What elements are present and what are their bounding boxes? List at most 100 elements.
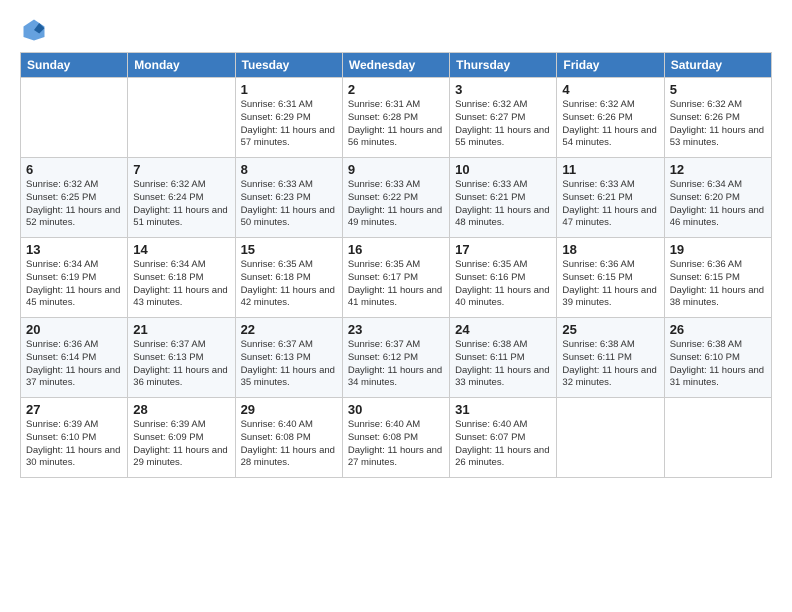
weekday-header-saturday: Saturday: [664, 53, 771, 78]
day-detail: Sunrise: 6:31 AMSunset: 6:29 PMDaylight:…: [241, 99, 337, 150]
day-detail: Sunrise: 6:31 AMSunset: 6:28 PMDaylight:…: [348, 99, 444, 150]
day-number: 10: [455, 162, 551, 177]
day-detail: Sunrise: 6:36 AMSunset: 6:14 PMDaylight:…: [26, 339, 122, 390]
day-number: 6: [26, 162, 122, 177]
day-detail: Sunrise: 6:33 AMSunset: 6:21 PMDaylight:…: [455, 179, 551, 230]
calendar-cell: 13 Sunrise: 6:34 AMSunset: 6:19 PMDayligh…: [21, 238, 128, 318]
day-detail: Sunrise: 6:32 AMSunset: 6:27 PMDaylight:…: [455, 99, 551, 150]
day-number: 20: [26, 322, 122, 337]
day-number: 15: [241, 242, 337, 257]
day-number: 1: [241, 82, 337, 97]
day-number: 26: [670, 322, 766, 337]
weekday-header-tuesday: Tuesday: [235, 53, 342, 78]
calendar-week-row: 27 Sunrise: 6:39 AMSunset: 6:10 PMDayligh…: [21, 398, 772, 478]
calendar-cell: 21 Sunrise: 6:37 AMSunset: 6:13 PMDayligh…: [128, 318, 235, 398]
calendar-cell: 10 Sunrise: 6:33 AMSunset: 6:21 PMDayligh…: [450, 158, 557, 238]
day-number: 28: [133, 402, 229, 417]
page-container: SundayMondayTuesdayWednesdayThursdayFrid…: [0, 0, 792, 490]
calendar-cell: 22 Sunrise: 6:37 AMSunset: 6:13 PMDayligh…: [235, 318, 342, 398]
calendar-week-row: 1 Sunrise: 6:31 AMSunset: 6:29 PMDaylight…: [21, 78, 772, 158]
calendar-week-row: 20 Sunrise: 6:36 AMSunset: 6:14 PMDayligh…: [21, 318, 772, 398]
day-detail: Sunrise: 6:33 AMSunset: 6:22 PMDaylight:…: [348, 179, 444, 230]
logo: [20, 16, 52, 44]
calendar-cell: 8 Sunrise: 6:33 AMSunset: 6:23 PMDaylight…: [235, 158, 342, 238]
day-number: 9: [348, 162, 444, 177]
day-number: 3: [455, 82, 551, 97]
day-detail: Sunrise: 6:40 AMSunset: 6:08 PMDaylight:…: [348, 419, 444, 470]
calendar-week-row: 13 Sunrise: 6:34 AMSunset: 6:19 PMDayligh…: [21, 238, 772, 318]
calendar-cell: 27 Sunrise: 6:39 AMSunset: 6:10 PMDayligh…: [21, 398, 128, 478]
calendar-cell: 24 Sunrise: 6:38 AMSunset: 6:11 PMDayligh…: [450, 318, 557, 398]
calendar-table: SundayMondayTuesdayWednesdayThursdayFrid…: [20, 52, 772, 478]
day-number: 5: [670, 82, 766, 97]
day-detail: Sunrise: 6:35 AMSunset: 6:18 PMDaylight:…: [241, 259, 337, 310]
calendar-cell: 23 Sunrise: 6:37 AMSunset: 6:12 PMDayligh…: [342, 318, 449, 398]
day-number: 14: [133, 242, 229, 257]
day-detail: Sunrise: 6:32 AMSunset: 6:26 PMDaylight:…: [670, 99, 766, 150]
day-number: 8: [241, 162, 337, 177]
calendar-week-row: 6 Sunrise: 6:32 AMSunset: 6:25 PMDaylight…: [21, 158, 772, 238]
day-detail: Sunrise: 6:35 AMSunset: 6:16 PMDaylight:…: [455, 259, 551, 310]
calendar-cell: 25Sunrise: 6:38 AMSunset: 6:11 PMDayligh…: [557, 318, 664, 398]
calendar-cell: [557, 398, 664, 478]
day-number: 11: [562, 162, 658, 177]
calendar-cell: 9 Sunrise: 6:33 AMSunset: 6:22 PMDaylight…: [342, 158, 449, 238]
day-detail: Sunrise: 6:33 AMSunset: 6:21 PMDaylight:…: [562, 179, 658, 230]
day-detail: Sunrise: 6:39 AMSunset: 6:10 PMDaylight:…: [26, 419, 122, 470]
day-number: 19: [670, 242, 766, 257]
day-detail: Sunrise: 6:36 AMSunset: 6:15 PMDaylight:…: [670, 259, 766, 310]
day-detail: Sunrise: 6:34 AMSunset: 6:19 PMDaylight:…: [26, 259, 122, 310]
header-row: [20, 16, 772, 44]
weekday-header-row: SundayMondayTuesdayWednesdayThursdayFrid…: [21, 53, 772, 78]
day-number: 27: [26, 402, 122, 417]
day-number: 22: [241, 322, 337, 337]
weekday-header-sunday: Sunday: [21, 53, 128, 78]
calendar-cell: 18Sunrise: 6:36 AMSunset: 6:15 PMDayligh…: [557, 238, 664, 318]
day-detail: Sunrise: 6:32 AMSunset: 6:24 PMDaylight:…: [133, 179, 229, 230]
weekday-header-monday: Monday: [128, 53, 235, 78]
calendar-cell: 11 Sunrise: 6:33 AMSunset: 6:21 PMDayligh…: [557, 158, 664, 238]
day-number: 29: [241, 402, 337, 417]
calendar-cell: 16 Sunrise: 6:35 AMSunset: 6:17 PMDayligh…: [342, 238, 449, 318]
day-number: 18: [562, 242, 658, 257]
calendar-cell: 3 Sunrise: 6:32 AMSunset: 6:27 PMDaylight…: [450, 78, 557, 158]
day-detail: Sunrise: 6:34 AMSunset: 6:18 PMDaylight:…: [133, 259, 229, 310]
weekday-header-wednesday: Wednesday: [342, 53, 449, 78]
calendar-cell: 28 Sunrise: 6:39 AMSunset: 6:09 PMDayligh…: [128, 398, 235, 478]
day-number: 12: [670, 162, 766, 177]
day-detail: Sunrise: 6:33 AMSunset: 6:23 PMDaylight:…: [241, 179, 337, 230]
calendar-cell: 31Sunrise: 6:40 AMSunset: 6:07 PMDayligh…: [450, 398, 557, 478]
day-number: 23: [348, 322, 444, 337]
day-detail: Sunrise: 6:37 AMSunset: 6:13 PMDaylight:…: [133, 339, 229, 390]
day-detail: Sunrise: 6:40 AMSunset: 6:07 PMDaylight:…: [455, 419, 551, 470]
calendar-cell: [128, 78, 235, 158]
day-number: 16: [348, 242, 444, 257]
calendar-cell: 4Sunrise: 6:32 AMSunset: 6:26 PMDaylight…: [557, 78, 664, 158]
weekday-header-friday: Friday: [557, 53, 664, 78]
calendar-cell: 15 Sunrise: 6:35 AMSunset: 6:18 PMDayligh…: [235, 238, 342, 318]
day-detail: Sunrise: 6:38 AMSunset: 6:10 PMDaylight:…: [670, 339, 766, 390]
calendar-cell: 19 Sunrise: 6:36 AMSunset: 6:15 PMDayligh…: [664, 238, 771, 318]
day-detail: Sunrise: 6:39 AMSunset: 6:09 PMDaylight:…: [133, 419, 229, 470]
day-number: 17: [455, 242, 551, 257]
calendar-cell: 2 Sunrise: 6:31 AMSunset: 6:28 PMDaylight…: [342, 78, 449, 158]
calendar-cell: 1 Sunrise: 6:31 AMSunset: 6:29 PMDaylight…: [235, 78, 342, 158]
calendar-cell: 26 Sunrise: 6:38 AMSunset: 6:10 PMDayligh…: [664, 318, 771, 398]
day-detail: Sunrise: 6:37 AMSunset: 6:12 PMDaylight:…: [348, 339, 444, 390]
day-detail: Sunrise: 6:38 AMSunset: 6:11 PMDaylight:…: [455, 339, 551, 390]
day-number: 2: [348, 82, 444, 97]
calendar-cell: 7Sunrise: 6:32 AMSunset: 6:24 PMDaylight…: [128, 158, 235, 238]
day-number: 30: [348, 402, 444, 417]
calendar-cell: 6 Sunrise: 6:32 AMSunset: 6:25 PMDaylight…: [21, 158, 128, 238]
day-number: 13: [26, 242, 122, 257]
day-number: 24: [455, 322, 551, 337]
day-detail: Sunrise: 6:32 AMSunset: 6:25 PMDaylight:…: [26, 179, 122, 230]
day-detail: Sunrise: 6:37 AMSunset: 6:13 PMDaylight:…: [241, 339, 337, 390]
calendar-cell: 30 Sunrise: 6:40 AMSunset: 6:08 PMDayligh…: [342, 398, 449, 478]
calendar-cell: 20 Sunrise: 6:36 AMSunset: 6:14 PMDayligh…: [21, 318, 128, 398]
day-number: 21: [133, 322, 229, 337]
day-detail: Sunrise: 6:40 AMSunset: 6:08 PMDaylight:…: [241, 419, 337, 470]
day-number: 25: [562, 322, 658, 337]
day-detail: Sunrise: 6:35 AMSunset: 6:17 PMDaylight:…: [348, 259, 444, 310]
calendar-cell: [21, 78, 128, 158]
